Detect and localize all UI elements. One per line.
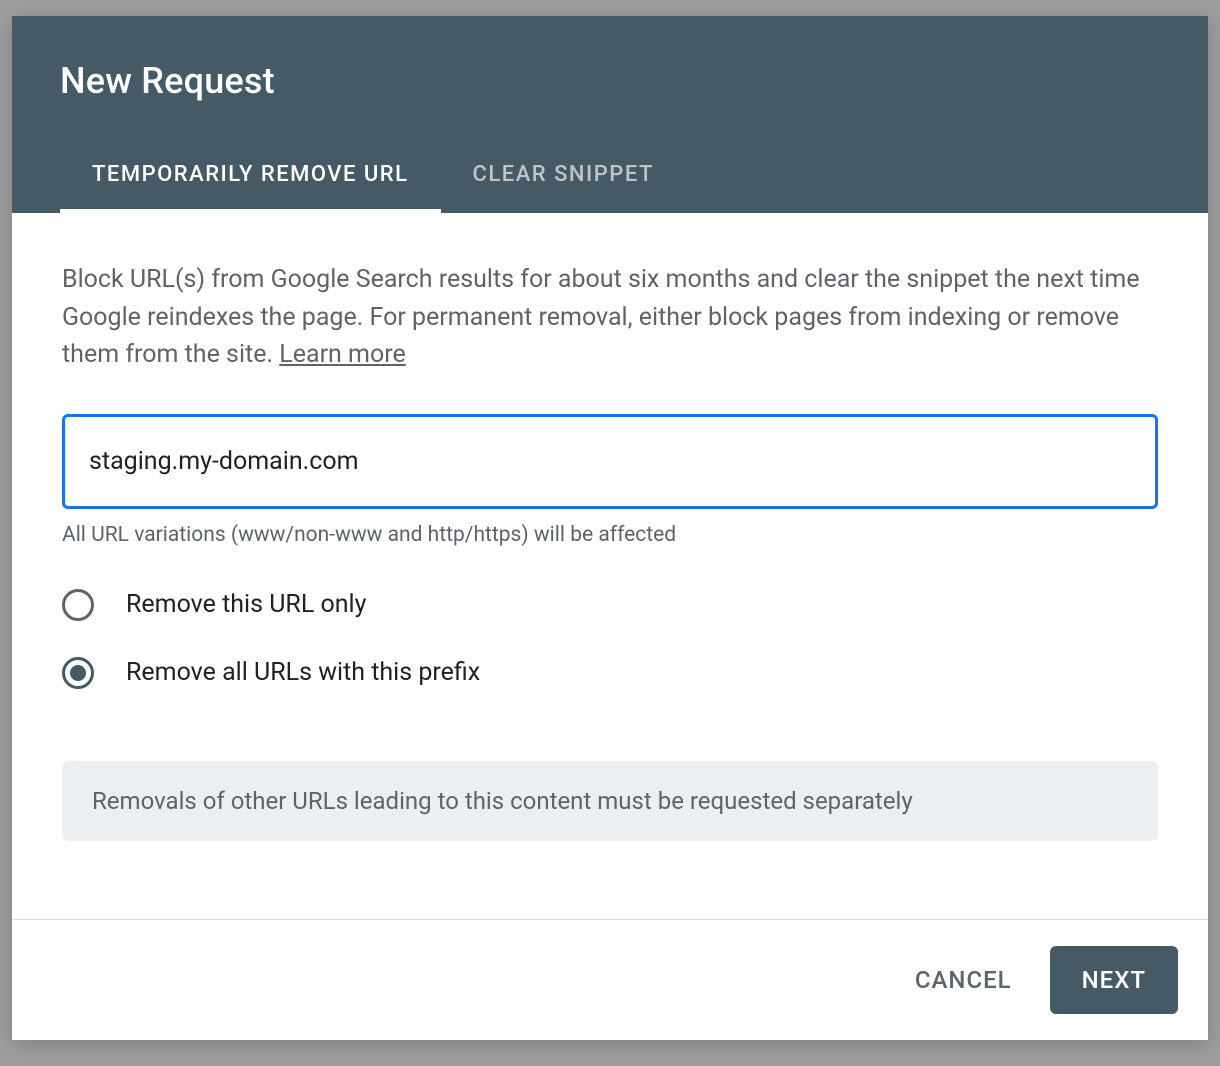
radio-option-this-url-only[interactable]: Remove this URL only: [62, 571, 1158, 639]
tab-clear-snippet[interactable]: CLEAR SNIPPET: [441, 142, 686, 213]
description-text: Block URL(s) from Google Search results …: [62, 261, 1158, 374]
dialog-title: New Request: [12, 16, 1208, 142]
learn-more-link[interactable]: Learn more: [279, 340, 405, 369]
url-input[interactable]: [62, 414, 1158, 509]
next-button[interactable]: NEXT: [1050, 946, 1178, 1014]
radio-icon: [62, 589, 94, 621]
new-request-dialog: New Request TEMPORARILY REMOVE URL CLEAR…: [12, 16, 1208, 1040]
dialog-footer: CANCEL NEXT: [12, 919, 1208, 1040]
radio-label: Remove this URL only: [126, 590, 366, 619]
info-box: Removals of other URLs leading to this c…: [62, 761, 1158, 841]
radio-option-all-with-prefix[interactable]: Remove all URLs with this prefix: [62, 639, 1158, 707]
tabs: TEMPORARILY REMOVE URL CLEAR SNIPPET: [12, 142, 1208, 213]
cancel-button[interactable]: CANCEL: [905, 950, 1022, 1010]
tab-temporarily-remove-url[interactable]: TEMPORARILY REMOVE URL: [60, 142, 441, 213]
description-main: Block URL(s) from Google Search results …: [62, 265, 1140, 369]
dialog-body: Block URL(s) from Google Search results …: [12, 213, 1208, 919]
radio-label: Remove all URLs with this prefix: [126, 658, 480, 687]
radio-group: Remove this URL only Remove all URLs wit…: [62, 571, 1158, 707]
radio-icon: [62, 657, 94, 689]
url-helper-text: All URL variations (www/non-www and http…: [62, 523, 1158, 547]
dialog-header: New Request TEMPORARILY REMOVE URL CLEAR…: [12, 16, 1208, 213]
